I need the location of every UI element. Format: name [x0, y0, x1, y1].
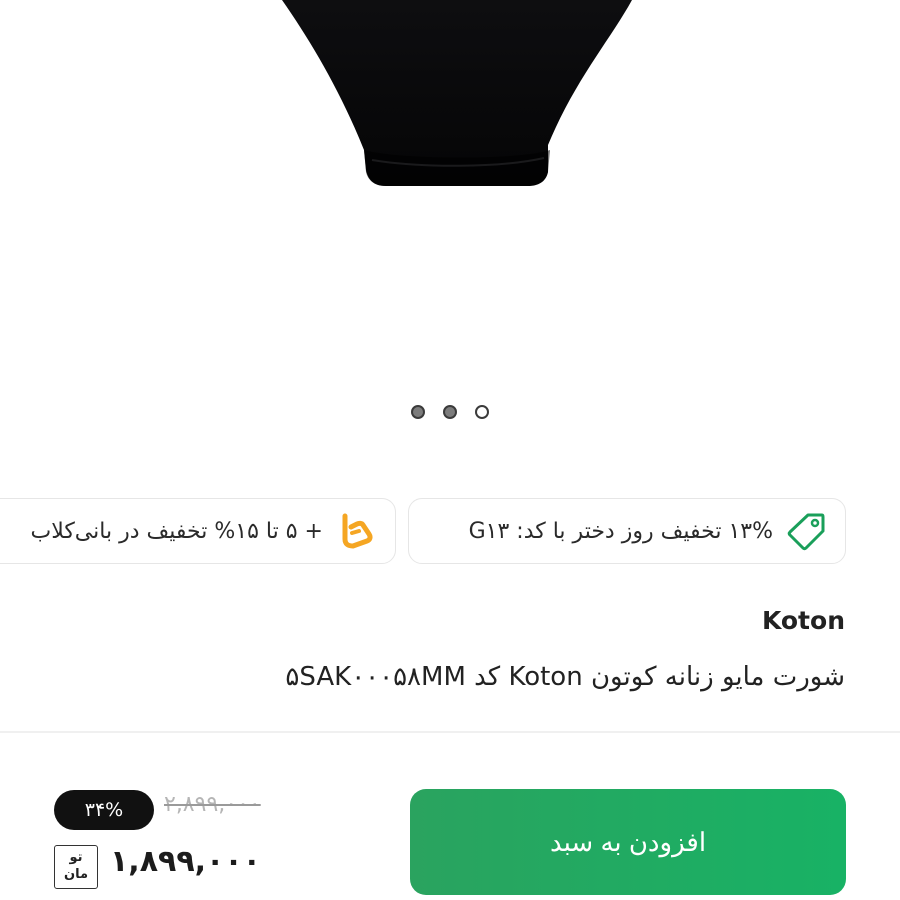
product-title: شورت مایو زنانه کوتون Koton کد ۵SAK۰۰۰۵۸…: [285, 662, 845, 692]
product-page: ۱۳% تخفیف روز دختر با کد: G۱۳ + ۵ تا ۱۵%…: [0, 0, 900, 900]
discount-badge: ۳۴%: [54, 790, 154, 830]
promo-chip-discount-code[interactable]: ۱۳% تخفیف روز دختر با کد: G۱۳: [408, 498, 846, 564]
tag-icon: [787, 511, 827, 551]
carousel-dots: [0, 405, 900, 419]
product-image[interactable]: [0, 0, 900, 390]
promo-text: + ۵ تا ۱۵% تخفیف در بانی‌کلاب: [30, 518, 324, 544]
carousel-dot[interactable]: [411, 405, 425, 419]
divider: [0, 731, 900, 733]
club-logo-icon: [337, 513, 373, 549]
currency-line-2: مان: [63, 867, 89, 882]
currency-line-1: تو: [69, 850, 83, 865]
carousel-dot[interactable]: [443, 405, 457, 419]
carousel-dot-active[interactable]: [475, 405, 489, 419]
product-brand[interactable]: Koton: [762, 606, 845, 635]
original-price: ۲,۸۹۹,۰۰۰: [164, 792, 261, 817]
promo-chip-club[interactable]: + ۵ تا ۱۵% تخفیف در بانی‌کلاب: [0, 498, 396, 564]
add-to-cart-button[interactable]: افزودن به سبد: [410, 789, 846, 895]
swim-shorts-image: [282, 0, 632, 186]
currency-label: تو مان: [54, 845, 98, 889]
promo-text: ۱۳% تخفیف روز دختر با کد: G۱۳: [468, 518, 773, 544]
current-price: ۱,۸۹۹,۰۰۰: [110, 844, 261, 879]
